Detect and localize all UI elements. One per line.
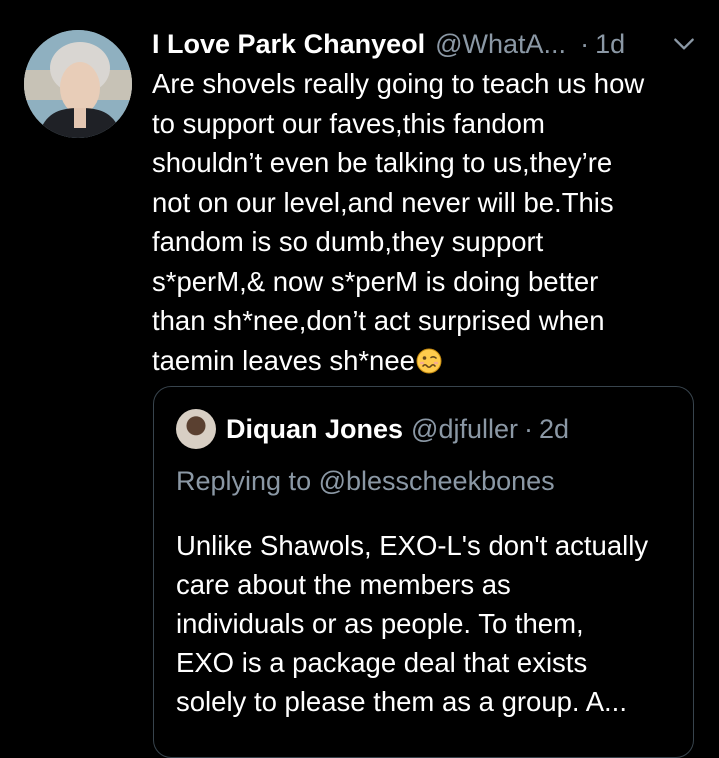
quoted-author-name[interactable]: Diquan Jones	[226, 414, 403, 445]
quoted-tweet[interactable]: Diquan Jones @djfuller · 2d Replying to …	[153, 386, 694, 758]
replying-to-text[interactable]: Replying to @blesscheekbones	[176, 463, 555, 499]
tweet-timestamp[interactable]: 1d	[595, 26, 625, 62]
avatar-image	[24, 30, 132, 138]
tweet-header: I Love Park Chanyeol @WhatA... · 1d	[152, 26, 705, 62]
woozy-face-emoji-icon	[416, 348, 442, 373]
author-name[interactable]: I Love Park Chanyeol	[152, 26, 425, 62]
author-handle[interactable]: @WhatA...	[435, 26, 566, 62]
tweet-text: Are shovels really going to teach us how…	[152, 64, 704, 380]
tweet-text-content: Are shovels really going to teach us how…	[152, 68, 645, 376]
tweet[interactable]: I Love Park Chanyeol @WhatA... · 1d Are …	[0, 0, 719, 758]
quoted-author-avatar[interactable]	[176, 409, 216, 449]
quoted-tweet-timestamp[interactable]: 2d	[539, 414, 569, 445]
chevron-down-icon[interactable]	[671, 31, 697, 57]
quoted-tweet-text: Unlike Shawols, EXO-L's don't actually c…	[176, 530, 649, 717]
quoted-separator-dot: ·	[523, 413, 533, 444]
author-avatar[interactable]	[24, 30, 132, 138]
quoted-author-handle[interactable]: @djfuller	[411, 414, 518, 445]
quoted-tweet-header: Diquan Jones @djfuller · 2d	[226, 409, 569, 449]
separator-dot: ·	[580, 29, 590, 59]
